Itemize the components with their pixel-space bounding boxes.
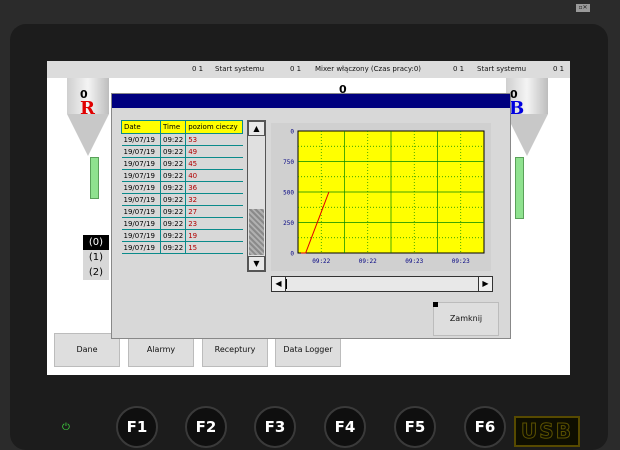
cell-time: 09:22 [159,145,186,158]
cell-date: 19/07/19 [121,241,161,254]
status-label-1: Start systemu [215,65,265,73]
cell-value: 32 [185,193,243,206]
cell-time: 09:22 [159,169,186,182]
chart-x-tick-label: 09:23 [405,258,423,265]
cell-time: 09:22 [159,133,186,146]
function-key-f5[interactable]: F5 [394,406,436,448]
scroll-position-marker [286,279,287,289]
cell-value: 19 [185,229,243,242]
cell-time: 09:22 [159,229,186,242]
table-row[interactable]: 19/07/19 09:22 19 [121,229,243,242]
scroll-thumb[interactable] [249,209,264,255]
cell-value: 27 [185,205,243,218]
state-2[interactable]: (2) [83,265,109,280]
table-row[interactable]: 19/07/19 09:22 36 [121,181,243,194]
function-key-f1[interactable]: F1 [116,406,158,448]
status-bits-1: 0 1 [192,65,204,73]
chart-x-tick-label: 09:22 [359,258,377,265]
status-label-2: Mixer włączony (Czas pracy:0) [315,65,422,73]
usb-port-label: USB [514,416,580,447]
table-row[interactable]: 19/07/19 09:22 23 [121,217,243,230]
cell-time: 09:22 [159,241,186,254]
close-indicator [433,302,438,307]
dialog-title-bar[interactable] [112,94,510,108]
col-time: Time [159,120,187,134]
pipe-right [515,157,524,219]
cell-date: 19/07/19 [121,229,161,242]
trend-chart-panel: 0 250 500 750 0 09:22 09:22 09:23 09:23 [271,123,491,271]
cell-value: 23 [185,217,243,230]
table-row[interactable]: 19/07/19 09:22 53 [121,133,243,146]
function-key-f4[interactable]: F4 [324,406,366,448]
status-bits-3: 0 1 [453,65,465,73]
trend-chart: 0 250 500 750 0 09:22 09:22 09:23 09:23 [283,129,485,265]
cell-date: 19/07/19 [121,181,161,194]
col-level: poziom cieczy [185,120,244,134]
cell-date: 19/07/19 [121,157,161,170]
silo-right-letter: B [509,98,525,119]
silo-right-cone [506,114,548,156]
table-row[interactable]: 19/07/19 09:22 15 [121,241,243,254]
close-button[interactable]: Zamknij [433,302,499,336]
cell-value: 15 [185,241,243,254]
cell-value: 45 [185,157,243,170]
table-row[interactable]: 19/07/19 09:22 45 [121,157,243,170]
cell-time: 09:22 [159,193,186,206]
cell-time: 09:22 [159,181,186,194]
window-control-icon[interactable]: ▫✕ [576,4,590,12]
data-logger-dialog: Date Time poziom cieczy 19/07/19 09:22 53 1… [111,93,511,339]
cell-date: 19/07/19 [121,145,161,158]
function-key-f6[interactable]: F6 [464,406,506,448]
state-1[interactable]: (1) [83,250,109,265]
cell-value: 36 [185,181,243,194]
chart-y-tick-label: 750 [283,159,294,166]
silo-left-cone [67,114,109,156]
logger-table-body: 19/07/19 09:22 53 19/07/19 09:22 49 19/07/19 09… [121,133,243,254]
device-bezel: ▫✕ 0 1 Start systemu 0 1 Mixer włączony … [0,0,620,450]
cell-date: 19/07/19 [121,133,161,146]
cell-time: 09:22 [159,205,186,218]
table-header-row: Date Time poziom cieczy [121,120,244,134]
status-bits-2: 0 1 [290,65,302,73]
status-label-3: Start systemu [477,65,527,73]
cell-value: 40 [185,169,243,182]
silo-left-letter: R [80,98,95,119]
status-bar: 0 1 Start systemu 0 1 Mixer włączony (Cz… [47,61,570,78]
cell-time: 09:22 [159,217,186,230]
table-row[interactable]: 19/07/19 09:22 40 [121,169,243,182]
cell-date: 19/07/19 [121,193,161,206]
chart-y-tick-label: 500 [283,190,294,197]
cell-value: 53 [185,133,243,146]
chart-x-tick-label: 09:23 [452,258,470,265]
function-key-f2[interactable]: F2 [185,406,227,448]
table-vertical-scrollbar[interactable]: ▲ ▼ [247,120,266,272]
table-row[interactable]: 19/07/19 09:22 49 [121,145,243,158]
table-row[interactable]: 19/07/19 09:22 27 [121,205,243,218]
chart-y-tick-label: 250 [283,220,294,227]
chart-y-tick-label: 0 [290,129,294,136]
scroll-right-icon[interactable]: ▶ [478,277,492,291]
cell-value: 49 [185,145,243,158]
cell-date: 19/07/19 [121,217,161,230]
scroll-left-icon[interactable]: ◀ [272,277,286,291]
table-row[interactable]: 19/07/19 09:22 32 [121,193,243,206]
function-key-f3[interactable]: F3 [254,406,296,448]
scroll-down-icon[interactable]: ▼ [248,256,265,271]
cell-date: 19/07/19 [121,205,161,218]
status-bits-4: 0 1 [553,65,565,73]
cell-time: 09:22 [159,157,186,170]
logger-table: Date Time poziom cieczy 19/07/19 09:22 53 1… [121,120,244,254]
chart-y-tick-label: 0 [290,251,294,258]
state-0[interactable]: (0) [83,235,109,250]
chart-horizontal-scrollbar[interactable]: ◀ ▶ [271,276,493,292]
cell-date: 19/07/19 [121,169,161,182]
scroll-up-icon[interactable]: ▲ [248,121,265,136]
chart-x-tick-label: 09:22 [312,258,330,265]
pipe-left [90,157,99,199]
col-date: Date [121,120,161,134]
power-icon: ⏻ [62,422,70,433]
